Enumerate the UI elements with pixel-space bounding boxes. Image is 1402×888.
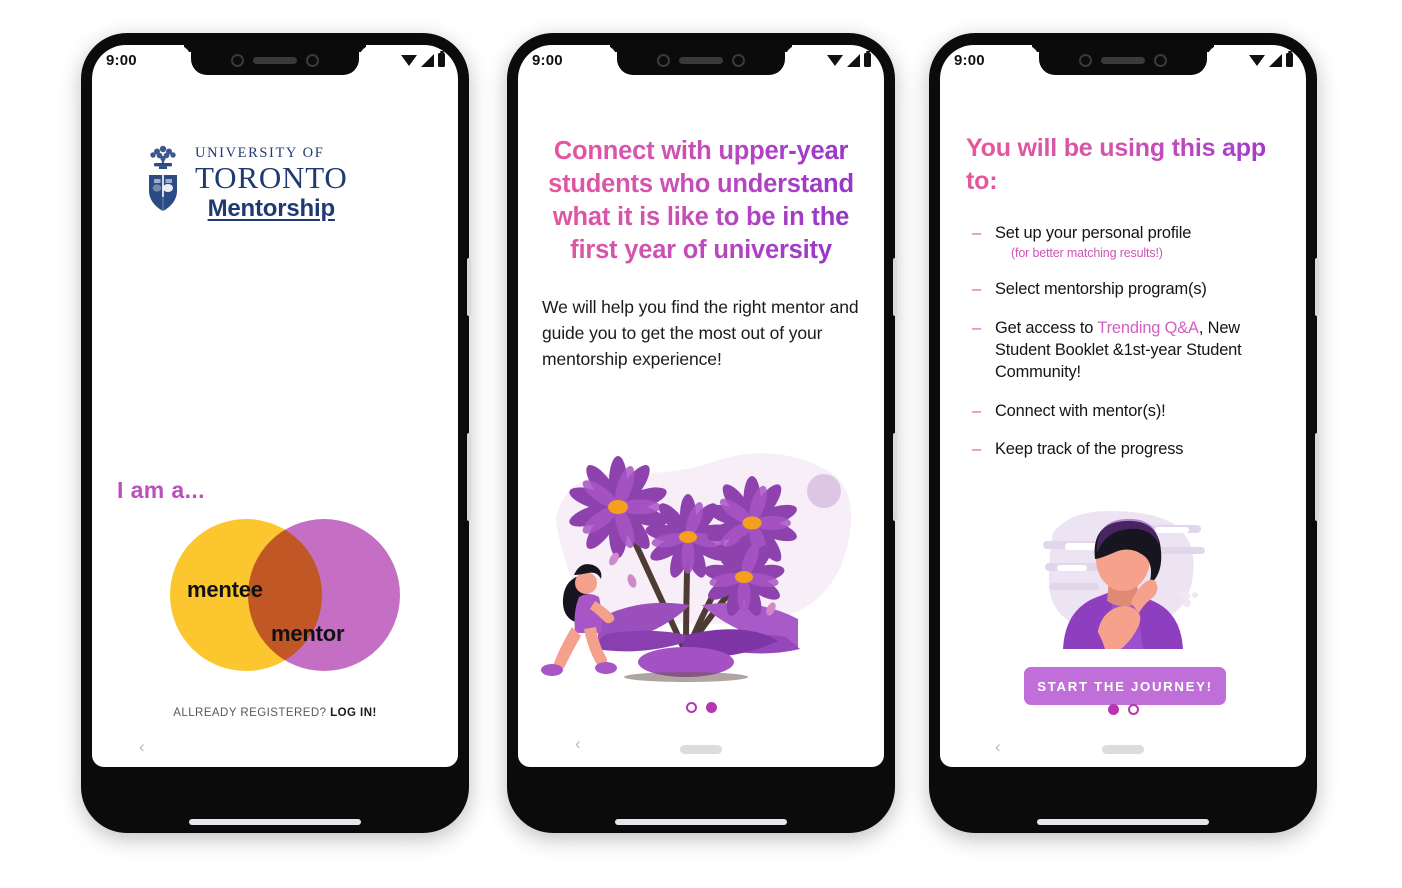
bullet-dash: –	[972, 224, 981, 242]
phone2-content: Connect with upper-year students who und…	[518, 45, 884, 767]
flowers-illustration	[541, 453, 852, 682]
list-item-text: Select mentorship program(s)	[995, 280, 1207, 299]
list-item: – Set up your personal profile (for bett…	[972, 222, 1280, 262]
already-registered-text: ALLREADY REGISTERED?	[173, 707, 327, 719]
uoft-wordmark: UNIVERSITY OF TORONTO Mentorship	[195, 141, 348, 223]
android-home-pill[interactable]	[680, 745, 722, 754]
phone2-power-button[interactable]	[893, 433, 897, 521]
phone1-volume-button[interactable]	[467, 258, 471, 316]
phone3-volume-button[interactable]	[1315, 258, 1319, 316]
list-item: – Select mentorship program(s)	[972, 278, 1280, 300]
page-indicator-dots[interactable]	[518, 702, 884, 713]
logo-line-mentorship: Mentorship	[207, 194, 336, 222]
bullet-dash: –	[972, 318, 981, 337]
onboarding-body: We will help you find the right mentor a…	[542, 296, 859, 370]
page-dot-1[interactable]	[685, 702, 697, 713]
front-camera-icon	[657, 53, 670, 67]
phone-mockup-1: 9:00 UNIVERSITY OF TORONTO Mentorship I …	[81, 33, 471, 833]
phone1-notch	[191, 45, 359, 75]
uoft-crest-icon	[149, 145, 177, 211]
front-camera-icon	[1154, 53, 1167, 67]
list-item: – Keep track of the progress	[972, 438, 1280, 460]
front-camera-icon	[306, 53, 319, 67]
bullet-dash: –	[972, 401, 981, 420]
phone1-power-button[interactable]	[467, 433, 471, 521]
phone1-content: UNIVERSITY OF TORONTO Mentorship I am a.…	[92, 45, 458, 767]
front-camera-icon	[1079, 53, 1092, 67]
page-dot-2[interactable]	[1127, 704, 1139, 715]
mentor-label: mentor	[271, 621, 345, 646]
features-heading: You will be using this app to:	[966, 132, 1286, 197]
list-item-text: Connect with mentor(s)!	[995, 401, 1166, 420]
start-the-journey-button[interactable]: START THE JOURNEY!	[1024, 667, 1226, 705]
onboarding-heading: Connect with upper-year students who und…	[542, 135, 860, 268]
phone2-screen: 9:00 Connect with upper-year students wh…	[518, 45, 884, 767]
features-list: – Set up your personal profile (for bett…	[972, 222, 1280, 460]
already-registered-row: ALLREADY REGISTERED? LOG IN!	[92, 707, 458, 719]
phone2-volume-button[interactable]	[893, 258, 897, 316]
list-item-note: (for better matching results!)	[1011, 246, 1163, 261]
earpiece-speaker-icon	[679, 56, 723, 64]
mentor-circle-button[interactable]	[248, 519, 400, 671]
uoft-logo: UNIVERSITY OF TORONTO Mentorship	[140, 141, 458, 223]
phone3-content: You will be using this app to: – Set up …	[940, 45, 1306, 767]
log-in-link[interactable]: LOG IN!	[330, 707, 377, 719]
phone3-notch	[1039, 45, 1207, 75]
trending-qa-link[interactable]: Trending Q&A	[1097, 319, 1199, 337]
phone1-home-indicator	[189, 819, 361, 825]
phone3-power-button[interactable]	[1315, 433, 1319, 521]
page-indicator-dots[interactable]	[940, 704, 1306, 715]
list-item: – Connect with mentor(s)!	[972, 400, 1280, 422]
page-dot-1[interactable]	[1107, 704, 1119, 715]
phone3-home-indicator	[1037, 819, 1209, 825]
phone3-screen: 9:00 You will be using this app to: – Se…	[940, 45, 1306, 767]
phone2-notch	[617, 45, 785, 75]
list-item-text-before: Get access to	[995, 318, 1098, 337]
mentee-label: mentee	[187, 577, 263, 602]
list-item-text: Set up your personal profile	[995, 224, 1192, 242]
front-camera-icon	[231, 53, 244, 67]
bullet-dash: –	[972, 280, 981, 299]
list-item-text: Keep track of the progress	[995, 439, 1184, 458]
phone2-home-indicator	[615, 819, 787, 825]
front-camera-icon	[732, 53, 745, 67]
phone-mockup-3: 9:00 You will be using this app to: – Se…	[929, 33, 1319, 833]
role-selector-venn: mentee mentor	[170, 515, 400, 675]
phone-mockup-2: 9:00 Connect with upper-year students wh…	[507, 33, 897, 833]
back-chevron-icon[interactable]: ‹	[995, 738, 1001, 755]
back-chevron-icon[interactable]: ‹	[139, 738, 145, 755]
screenshot-canvas: 9:00 UNIVERSITY OF TORONTO Mentorship I …	[0, 0, 1402, 888]
list-item: – Get access to Trending Q&A, New Studen…	[972, 317, 1280, 384]
android-home-pill[interactable]	[1102, 745, 1144, 754]
i-am-a-label: I am a...	[117, 477, 205, 503]
bullet-dash: –	[972, 439, 981, 458]
back-chevron-icon[interactable]: ‹	[575, 735, 581, 752]
earpiece-speaker-icon	[1101, 56, 1145, 64]
thinking-person-illustration	[1043, 511, 1205, 649]
phone1-screen: 9:00 UNIVERSITY OF TORONTO Mentorship I …	[92, 45, 458, 767]
earpiece-speaker-icon	[253, 56, 297, 64]
logo-line-toronto: TORONTO	[195, 160, 348, 195]
page-dot-2[interactable]	[705, 702, 717, 713]
